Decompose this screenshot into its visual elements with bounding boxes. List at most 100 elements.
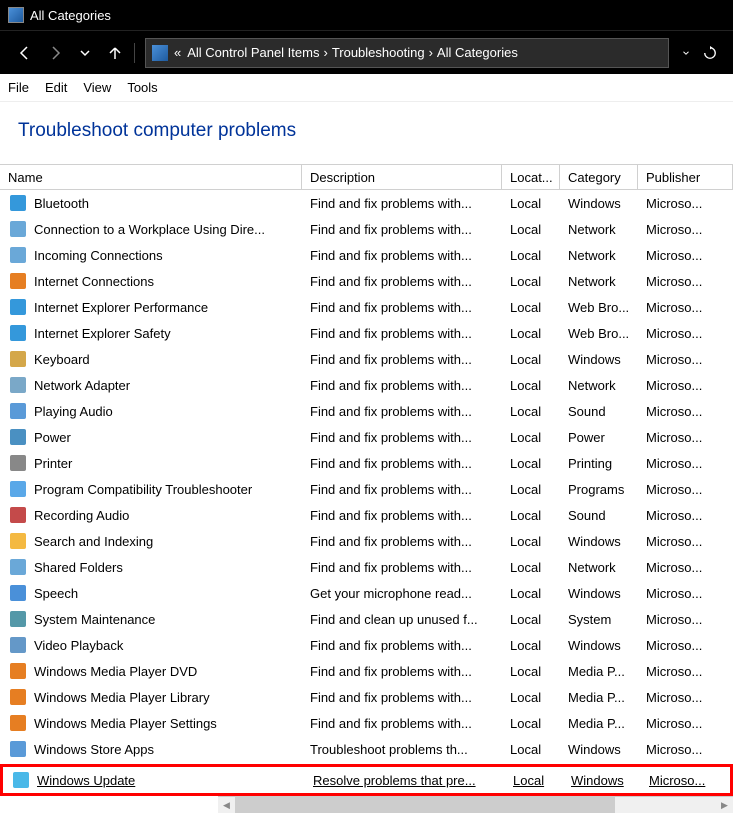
row-name-text: Windows Store Apps (34, 742, 154, 757)
back-button[interactable] (10, 38, 40, 68)
cell-cat: Windows (560, 352, 638, 367)
scroll-right-icon[interactable]: ▶ (716, 797, 733, 813)
cell-loc: Local (502, 248, 560, 263)
table-row[interactable]: Windows Store Apps Troubleshoot problems … (0, 736, 733, 762)
troubleshooter-icon (8, 427, 28, 447)
cell-name: Windows Media Player Library (0, 687, 302, 707)
cell-name: Connection to a Workplace Using Dire... (0, 219, 302, 239)
cell-name: Printer (0, 453, 302, 473)
table-row[interactable]: PrinterFind and fix problems with...Loca… (0, 450, 733, 476)
table-row[interactable]: Recording AudioFind and fix problems wit… (0, 502, 733, 528)
table-row[interactable]: SpeechGet your microphone read...LocalWi… (0, 580, 733, 606)
cell-desc: Find and fix problems with... (302, 326, 502, 341)
nav-separator (134, 43, 135, 63)
cell-loc: Local (502, 586, 560, 601)
cell-loc: Local (505, 773, 563, 788)
scroll-left-icon[interactable]: ◀ (218, 797, 235, 813)
breadcrumb[interactable]: « All Control Panel Items › Troubleshoot… (145, 38, 669, 68)
table-row[interactable]: Connection to a Workplace Using Dire...F… (0, 216, 733, 242)
troubleshooter-icon (8, 479, 28, 499)
cell-desc: Troubleshoot problems th... (302, 742, 502, 757)
table-row[interactable]: System MaintenanceFind and clean up unus… (0, 606, 733, 632)
table-row[interactable]: Internet Explorer SafetyFind and fix pro… (0, 320, 733, 346)
chevron-right-icon: › (323, 45, 327, 60)
cell-cat: Power (560, 430, 638, 445)
table-row[interactable]: Search and IndexingFind and fix problems… (0, 528, 733, 554)
row-name-text: Recording Audio (34, 508, 129, 523)
cell-loc: Local (502, 300, 560, 315)
cell-cat: Windows (560, 534, 638, 549)
table-row[interactable]: Windows Media Player LibraryFind and fix… (0, 684, 733, 710)
table-row[interactable]: Windows Media Player SettingsFind and fi… (0, 710, 733, 736)
table-row[interactable]: Incoming ConnectionsFind and fix problem… (0, 242, 733, 268)
table-row[interactable]: Windows UpdateResolve problems that pre.… (3, 767, 730, 793)
col-description[interactable]: Description (302, 165, 502, 189)
cell-name: Recording Audio (0, 505, 302, 525)
cell-name: Windows Media Player Settings (0, 713, 302, 733)
page-title: Troubleshoot computer problems (0, 102, 733, 164)
cell-pub: Microso... (638, 586, 733, 601)
cell-loc: Local (502, 508, 560, 523)
cell-loc: Local (502, 274, 560, 289)
refresh-button[interactable] (697, 46, 723, 60)
menu-view[interactable]: View (83, 80, 111, 95)
table-row[interactable]: Playing AudioFind and fix problems with.… (0, 398, 733, 424)
cell-pub: Microso... (638, 300, 733, 315)
cell-desc: Get your microphone read... (302, 586, 502, 601)
breadcrumb-dropdown[interactable] (675, 48, 697, 58)
cell-name: Windows Media Player DVD (0, 661, 302, 681)
scrollbar-thumb[interactable] (235, 797, 615, 813)
table-header: Name Description Locat... Category Publi… (0, 164, 733, 190)
table-row[interactable]: Network AdapterFind and fix problems wit… (0, 372, 733, 398)
troubleshooter-icon (8, 453, 28, 473)
table-row[interactable]: KeyboardFind and fix problems with...Loc… (0, 346, 733, 372)
table-row[interactable]: Internet ConnectionsFind and fix problem… (0, 268, 733, 294)
troubleshooter-icon (8, 401, 28, 421)
col-publisher[interactable]: Publisher (638, 165, 733, 189)
table-row[interactable]: Internet Explorer PerformanceFind and fi… (0, 294, 733, 320)
up-button[interactable] (100, 38, 130, 68)
cell-cat: Media P... (560, 690, 638, 705)
menu-file[interactable]: File (8, 80, 29, 95)
troubleshooter-icon (8, 349, 28, 369)
cell-desc: Find and fix problems with... (302, 274, 502, 289)
col-location[interactable]: Locat... (502, 165, 560, 189)
table-row[interactable]: PowerFind and fix problems with...LocalP… (0, 424, 733, 450)
breadcrumb-item[interactable]: All Categories (437, 45, 518, 60)
col-name[interactable]: Name (0, 165, 302, 189)
row-name-text: Program Compatibility Troubleshooter (34, 482, 252, 497)
navbar: « All Control Panel Items › Troubleshoot… (0, 30, 733, 74)
breadcrumb-item[interactable]: All Control Panel Items (187, 45, 319, 60)
cell-cat: Network (560, 248, 638, 263)
row-name-text: Internet Explorer Performance (34, 300, 208, 315)
cell-cat: Network (560, 222, 638, 237)
cell-cat: Printing (560, 456, 638, 471)
breadcrumb-item[interactable]: Troubleshooting (332, 45, 425, 60)
troubleshooter-icon (8, 193, 28, 213)
menu-tools[interactable]: Tools (127, 80, 157, 95)
table-row[interactable]: Video PlaybackFind and fix problems with… (0, 632, 733, 658)
cell-cat: Network (560, 274, 638, 289)
table-row[interactable]: BluetoothFind and fix problems with...Lo… (0, 190, 733, 216)
troubleshooter-icon (8, 713, 28, 733)
cell-name: Internet Explorer Safety (0, 323, 302, 343)
cell-pub: Microso... (638, 222, 733, 237)
cell-name: Search and Indexing (0, 531, 302, 551)
forward-button[interactable] (40, 38, 70, 68)
troubleshooter-icon (8, 323, 28, 343)
horizontal-scrollbar[interactable]: ◀ ▶ (218, 796, 733, 813)
cell-pub: Microso... (638, 326, 733, 341)
cell-cat: Network (560, 378, 638, 393)
dropdown-history-button[interactable] (70, 38, 100, 68)
cell-desc: Find and fix problems with... (302, 196, 502, 211)
cell-name: Internet Connections (0, 271, 302, 291)
table-row[interactable]: Windows Media Player DVDFind and fix pro… (0, 658, 733, 684)
cell-name: Speech (0, 583, 302, 603)
table-row[interactable]: Program Compatibility TroubleshooterFind… (0, 476, 733, 502)
cell-desc: Find and fix problems with... (302, 664, 502, 679)
cell-pub: Microso... (638, 664, 733, 679)
table-row[interactable]: Shared FoldersFind and fix problems with… (0, 554, 733, 580)
col-category[interactable]: Category (560, 165, 638, 189)
menu-edit[interactable]: Edit (45, 80, 67, 95)
row-name-text: System Maintenance (34, 612, 155, 627)
